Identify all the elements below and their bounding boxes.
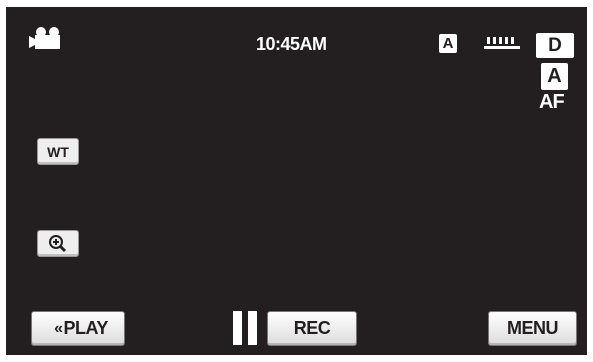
auto-mode-badge: A <box>439 34 457 53</box>
play-label: PLAY <box>63 318 109 338</box>
zoom-wt-label: WT <box>47 143 69 160</box>
video-camera-icon <box>29 27 60 49</box>
pause-icon[interactable] <box>233 311 259 345</box>
zoom-wt-button[interactable]: WT <box>37 138 79 165</box>
zoom-button[interactable] <box>37 230 79 257</box>
record-button[interactable]: REC <box>267 311 357 346</box>
menu-label: MENU <box>507 318 559 338</box>
menu-button[interactable]: MENU <box>488 311 577 346</box>
auto-focus-a-badge: A <box>541 63 568 90</box>
zoom-icon <box>49 234 67 252</box>
play-button[interactable]: « PLAY <box>31 311 125 346</box>
d-mode-badge: D <box>536 33 574 58</box>
af-label: AF <box>539 91 565 113</box>
battery-icon <box>484 37 520 49</box>
camera-screen: 10:45AM A D A AF WT « PLAY REC MENU <box>6 7 587 355</box>
record-label: REC <box>293 318 331 338</box>
back-chevron-icon: « <box>54 319 63 337</box>
time-display: 10:45AM <box>256 34 327 54</box>
